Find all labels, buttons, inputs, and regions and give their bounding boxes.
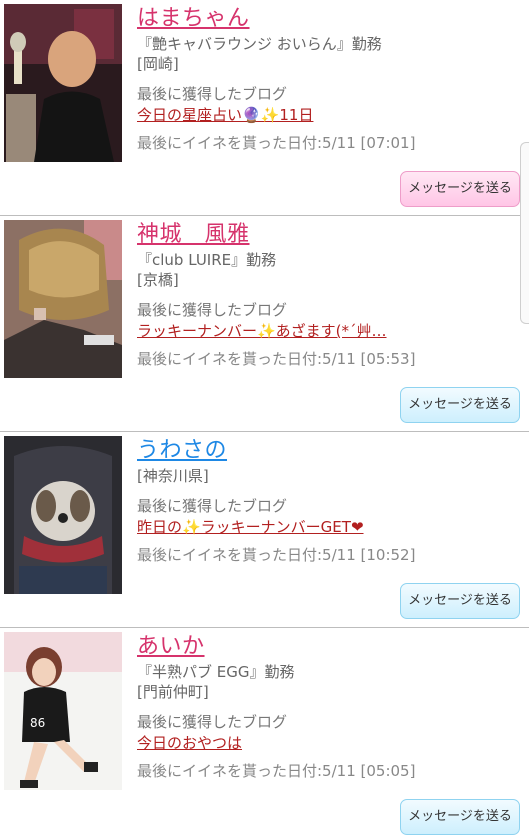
side-panel-handle[interactable] (520, 142, 529, 324)
last-liked-date: 最後にイイネを貰った日付:5/11 [05:53] (137, 350, 416, 368)
user-name-link[interactable]: 神城 風雅 (137, 222, 250, 248)
user-photo[interactable] (4, 4, 122, 162)
last-liked-date: 最後にイイネを貰った日付:5/11 [10:52] (137, 546, 416, 564)
user-name-link[interactable]: うわさの (137, 438, 227, 464)
blog-title-link[interactable]: ラッキーナンバー✨あざます(*´艸… (137, 320, 422, 342)
last-blog-label: 最後に獲得したブログ (137, 85, 288, 103)
user-photo[interactable]: 86 (4, 632, 122, 790)
user-card: はまちゃん 『艶キャバラウンジ おいらん』勤務 [岡崎] 最後に獲得したブログ … (0, 0, 529, 216)
user-area: [京橋] (137, 271, 179, 289)
user-card: 神城 風雅 『club LUIRE』勤務 [京橋] 最後に獲得したブログ ラッキ… (0, 216, 529, 432)
user-workplace: 『半熟パブ EGG』勤務 (137, 663, 295, 681)
svg-text:86: 86 (30, 716, 45, 730)
blog-title-link[interactable]: 今日のおやつは (137, 732, 422, 754)
send-message-button[interactable]: メッセージを送る (400, 387, 520, 423)
user-area: [岡崎] (137, 55, 179, 73)
user-name-link[interactable]: はまちゃん (137, 6, 250, 32)
blog-title-link[interactable]: 今日の星座占い🔮✨11日 (137, 104, 422, 126)
user-workplace: 『艶キャバラウンジ おいらん』勤務 (137, 35, 382, 53)
user-area: [神奈川県] (137, 467, 209, 485)
user-card: 86 あいか 『半熟パブ EGG』勤務 [門前仲町] 最後に獲得したブログ 今日… (0, 628, 529, 840)
last-blog-label: 最後に獲得したブログ (137, 713, 288, 731)
last-blog-label: 最後に獲得したブログ (137, 301, 288, 319)
send-message-button[interactable]: メッセージを送る (400, 171, 520, 207)
user-area: [門前仲町] (137, 683, 209, 701)
user-photo[interactable] (4, 436, 122, 594)
user-card: うわさの [神奈川県] 最後に獲得したブログ 昨日の✨ラッキーナンバーGET❤ … (0, 432, 529, 628)
user-photo[interactable] (4, 220, 122, 378)
last-liked-date: 最後にイイネを貰った日付:5/11 [05:05] (137, 762, 416, 780)
user-name-link[interactable]: あいか (137, 634, 205, 660)
blog-title-link[interactable]: 昨日の✨ラッキーナンバーGET❤ (137, 516, 422, 538)
send-message-button[interactable]: メッセージを送る (400, 583, 520, 619)
user-workplace: 『club LUIRE』勤務 (137, 251, 277, 269)
last-blog-label: 最後に獲得したブログ (137, 497, 288, 515)
last-liked-date: 最後にイイネを貰った日付:5/11 [07:01] (137, 134, 416, 152)
send-message-button[interactable]: メッセージを送る (400, 799, 520, 835)
